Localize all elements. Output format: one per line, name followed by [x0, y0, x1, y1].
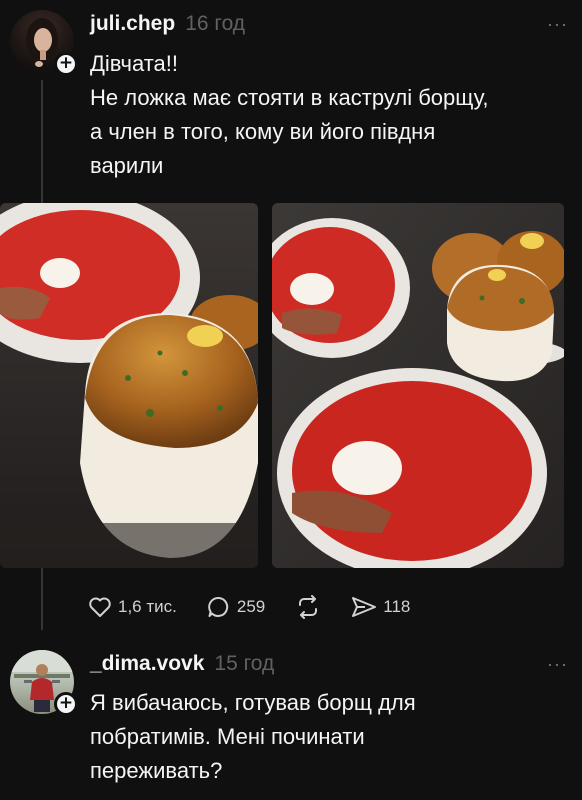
thread-post: + juli.chep 16 год ··· Дівчата!! Не ложк…: [0, 0, 582, 640]
post-actions: 1,6 тис. 259 118: [88, 592, 440, 622]
reply-avatar[interactable]: +: [10, 650, 78, 716]
post-photo-2[interactable]: [272, 203, 564, 568]
follow-plus-icon[interactable]: +: [54, 52, 78, 76]
more-icon[interactable]: ···: [547, 14, 568, 35]
reply-header: _dima.vovk 15 год: [90, 652, 274, 676]
reply-username[interactable]: _dima.vovk: [90, 652, 204, 676]
share-action[interactable]: 118: [351, 596, 410, 618]
repost-icon: [295, 595, 321, 619]
post-header: juli.chep 16 год: [90, 12, 245, 36]
post-text: Дівчата!! Не ложка має стояти в каструлі…: [90, 51, 489, 178]
author-username[interactable]: juli.chep: [90, 12, 175, 36]
heart-icon: [88, 596, 112, 618]
author-avatar[interactable]: +: [10, 10, 78, 76]
reply-action[interactable]: 259: [207, 595, 265, 619]
share-icon: [351, 596, 377, 618]
like-count: 1,6 тис.: [118, 597, 177, 616]
share-count: 118: [383, 597, 411, 616]
reply-count: 259: [236, 597, 266, 616]
post-time: 16 год: [185, 12, 246, 35]
more-icon[interactable]: ···: [547, 654, 568, 675]
reply-text: Я вибачаюсь, готував борщ для побратимів…: [90, 690, 416, 783]
post-photo-1[interactable]: [0, 203, 258, 568]
reply-post: + _dima.vovk 15 год ··· Я вибачаюсь, гот…: [0, 640, 582, 800]
like-action[interactable]: 1,6 тис.: [88, 596, 177, 618]
reply-time: 15 год: [214, 652, 275, 675]
follow-plus-icon[interactable]: +: [54, 692, 78, 716]
repost-action[interactable]: [295, 595, 321, 619]
comment-icon: [207, 595, 231, 619]
